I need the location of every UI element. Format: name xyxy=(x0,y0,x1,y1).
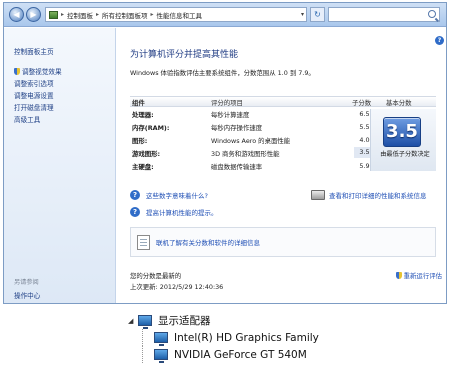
shield-icon xyxy=(395,272,402,279)
category-label: 显示适配器 xyxy=(158,315,211,327)
sidebar-item-label: 调整视觉效果 xyxy=(22,68,62,76)
sidebar: 控制面板主页 调整视觉效果 调整索引选项 调整电源设置 打开磁盘清理 高级工具 … xyxy=(4,28,116,303)
row-item: 3D 商务和游戏图形性能 xyxy=(211,150,280,158)
link-improve-label: 提高计算机性能的提示。 xyxy=(146,209,218,217)
chevron-down-icon[interactable]: ▾ xyxy=(301,8,304,21)
display-adapter-icon xyxy=(154,332,168,346)
base-score-caption: 由最低子分数决定 xyxy=(380,151,430,158)
row-item: 磁盘数据传输速率 xyxy=(211,163,263,171)
sidebar-item-advanced-tools[interactable]: 高级工具 xyxy=(14,113,62,125)
base-score-badge: 3.5 xyxy=(383,117,421,147)
display-adapter-icon xyxy=(138,315,152,329)
document-icon xyxy=(137,234,150,250)
header-subscore: 子分数 xyxy=(352,99,372,107)
breadcrumb-separator: ▸ xyxy=(96,11,100,18)
link-print-details[interactable]: 查看和打印详细的性能和系统信息 xyxy=(311,190,427,200)
sidebar-item-label: 调整电源设置 xyxy=(14,92,54,100)
question-icon: ? xyxy=(130,207,140,217)
collapse-arrow-icon[interactable]: ◢ xyxy=(128,317,138,325)
row-component: 主硬盘: xyxy=(132,163,154,171)
tree-line xyxy=(142,329,143,346)
address-bar[interactable]: ▸ 控制面板 ▸ 所有控制面板项 ▸ 性能信息和工具 ▾ xyxy=(45,7,307,22)
rerun-assessment-link[interactable]: 重新运行评估 xyxy=(395,271,442,280)
page-description: Windows 体验指数评估主要系统组件，分数范围从 1.0 到 7.9。 xyxy=(130,69,315,77)
display-adapter-icon xyxy=(154,349,168,363)
forward-button[interactable]: ▶ xyxy=(26,7,41,22)
link-print-label: 查看和打印详细的性能和系统信息 xyxy=(329,192,427,200)
row-component: 处理器: xyxy=(132,111,154,119)
address-bar-area: ◀ ▶ ▸ 控制面板 ▸ 所有控制面板项 ▸ 性能信息和工具 ▾ ↻ xyxy=(4,3,446,27)
breadcrumb-separator: ▸ xyxy=(61,11,65,18)
score-status: 您的分数是最新的 xyxy=(130,272,182,280)
sidebar-item-label: 打开磁盘清理 xyxy=(14,104,54,112)
page-title: 为计算机评分并提高其性能 xyxy=(130,50,239,60)
learn-more-link[interactable]: 联机了解有关分数和软件的详细信息 xyxy=(156,237,260,247)
tree-category-display-adapters[interactable]: ◢ 显示适配器 xyxy=(128,312,319,329)
sidebar-item-action-center[interactable]: 操作中心 xyxy=(14,290,40,300)
sidebar-item-label: 调整索引选项 xyxy=(14,80,54,88)
sidebar-task-list: 调整视觉效果 调整索引选项 调整电源设置 打开磁盘清理 高级工具 xyxy=(14,65,62,125)
sidebar-item-index-options[interactable]: 调整索引选项 xyxy=(14,77,62,89)
base-score-value: 3.5 xyxy=(386,121,418,142)
sidebar-home-link[interactable]: 控制面板主页 xyxy=(14,46,54,56)
shield-icon xyxy=(14,67,20,75)
device-tree: ◢ 显示适配器 Intel(R) HD Graphics Family NVID… xyxy=(128,312,319,363)
tree-line xyxy=(142,346,143,363)
row-component: 内存(RAM): xyxy=(132,124,170,132)
rerun-label: 重新运行评估 xyxy=(403,272,442,280)
last-update: 上次更新: 2012/5/29 12:40:36 xyxy=(130,283,224,291)
row-item: 每秒计算速度 xyxy=(211,111,250,119)
link-what-mean[interactable]: ? 这些数字意味着什么? xyxy=(130,190,208,200)
sidebar-item-disk-cleanup[interactable]: 打开磁盘清理 xyxy=(14,101,62,113)
sidebar-item-label: 高级工具 xyxy=(14,116,41,124)
row-component: 游戏图形: xyxy=(132,150,161,158)
main-content: ? 为计算机评分并提高其性能 Windows 体验指数评估主要系统组件，分数范围… xyxy=(117,28,446,303)
base-score-panel: 3.5 由最低子分数决定 xyxy=(370,109,436,171)
row-item: 每秒内存操作速度 xyxy=(211,124,263,132)
refresh-button[interactable]: ↻ xyxy=(310,7,325,22)
performance-window: ◀ ▶ ▸ 控制面板 ▸ 所有控制面板项 ▸ 性能信息和工具 ▾ ↻ 控制面板主… xyxy=(3,2,447,304)
search-icon xyxy=(428,10,436,18)
sidebar-item-visual-effects[interactable]: 调整视觉效果 xyxy=(14,65,62,77)
header-basescore: 基本分数 xyxy=(386,99,412,107)
breadcrumb-control-panel[interactable]: 控制面板 xyxy=(67,10,93,20)
help-icon[interactable]: ? xyxy=(435,36,444,45)
tree-device-intel[interactable]: Intel(R) HD Graphics Family xyxy=(128,329,319,346)
breadcrumb-all-items[interactable]: 所有控制面板项 xyxy=(102,10,148,20)
row-item: Windows Aero 的桌面性能 xyxy=(211,137,291,145)
table-header: 组件 评分的项目 子分数 基本分数 xyxy=(130,96,436,107)
breadcrumb-separator: ▸ xyxy=(150,11,154,18)
link-what-mean-label: 这些数字意味着什么? xyxy=(146,192,208,200)
row-component: 图形: xyxy=(132,137,148,145)
tree-device-nvidia[interactable]: NVIDIA GeForce GT 540M xyxy=(128,346,319,363)
learn-more-box: 联机了解有关分数和软件的详细信息 xyxy=(130,227,436,257)
device-label: NVIDIA GeForce GT 540M xyxy=(174,348,307,361)
link-improve[interactable]: ? 提高计算机性能的提示。 xyxy=(130,207,218,217)
sidebar-item-power-settings[interactable]: 调整电源设置 xyxy=(14,89,62,101)
breadcrumb-performance[interactable]: 性能信息和工具 xyxy=(157,10,203,20)
control-panel-icon xyxy=(49,10,58,19)
question-icon: ? xyxy=(130,190,140,200)
printer-icon xyxy=(311,190,325,200)
score-table: 组件 评分的项目 子分数 基本分数 处理器: 每秒计算速度 6.5 内存(RAM… xyxy=(130,96,436,172)
header-component: 组件 xyxy=(132,99,145,107)
see-also-heading: 另请参阅 xyxy=(14,279,39,286)
search-input[interactable] xyxy=(328,7,440,22)
device-label: Intel(R) HD Graphics Family xyxy=(174,331,319,344)
header-item: 评分的项目 xyxy=(211,99,243,107)
back-button[interactable]: ◀ xyxy=(9,7,24,22)
